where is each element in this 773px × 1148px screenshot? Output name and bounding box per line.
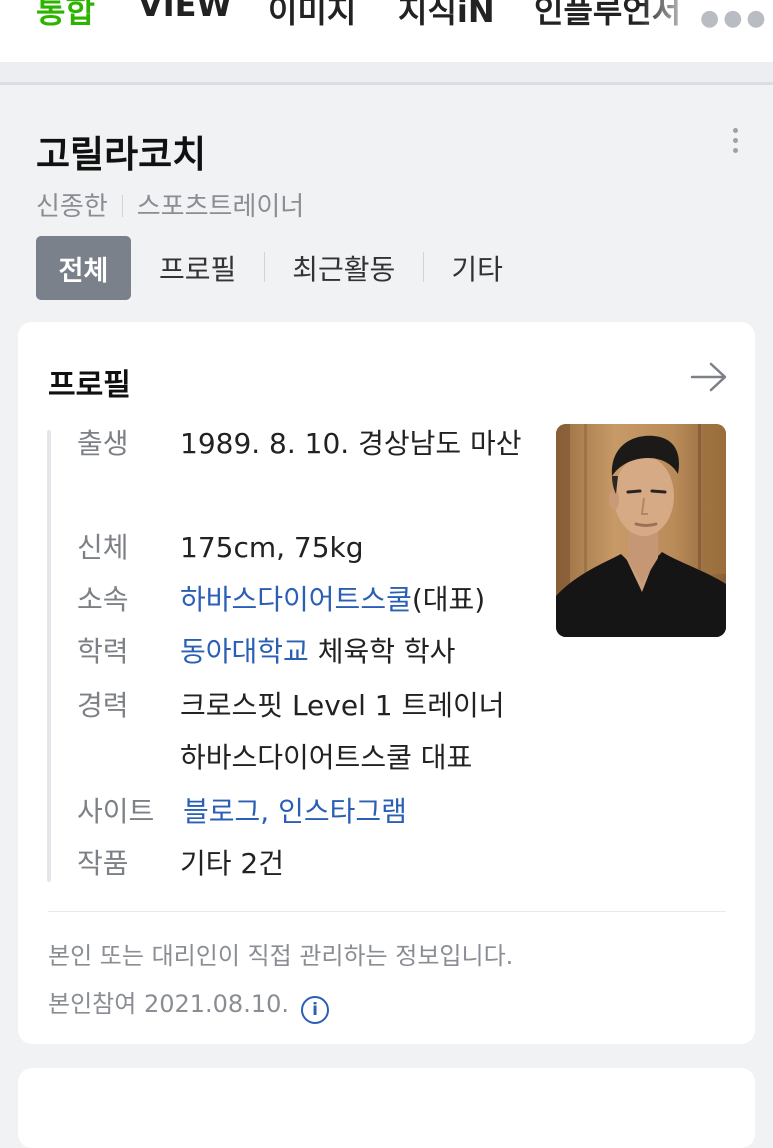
info-icon[interactable]: i <box>301 996 329 1024</box>
participation-date: 본인참여 2021.08.10. <box>48 990 289 1018</box>
site-label: 사이트 <box>77 795 155 828</box>
tab-fade-overlay <box>640 0 700 62</box>
entity-real-name: 신종한 <box>36 192 108 222</box>
site-value: 블로그, 인스타그램 <box>183 786 533 838</box>
more-dots-icon[interactable]: ●●● <box>700 6 770 31</box>
separator <box>121 195 123 217</box>
works-link[interactable]: 기타 2건 <box>180 838 530 890</box>
kebab-menu-icon[interactable] <box>733 128 739 158</box>
profile-card-title: 프로필 <box>48 368 131 403</box>
education-value: 동아대학교 체육학 학사 <box>180 626 530 678</box>
birth-value: 1989. 8. 10. 경상남도 마산 <box>180 427 522 460</box>
entity-title: 고릴라코치 <box>36 133 207 176</box>
career-line-2: 하바스다이어트스쿨 대표 <box>180 741 473 774</box>
next-card <box>18 1068 755 1148</box>
birth-label: 출생 <box>77 427 129 460</box>
chip-all[interactable]: 전체 <box>36 236 131 300</box>
profile-rail <box>47 430 51 882</box>
card-divider <box>48 911 726 912</box>
body-label: 신체 <box>77 531 129 564</box>
section-chips: 전체 프로필 최근활동 기타 <box>36 236 531 300</box>
chip-profile[interactable]: 프로필 <box>131 248 264 288</box>
chip-recent-activity[interactable]: 최근활동 <box>264 248 423 288</box>
education-link[interactable]: 동아대학교 <box>180 635 309 668</box>
section-gap <box>0 62 773 84</box>
tab-view[interactable]: VIEW <box>138 0 232 24</box>
career-label: 경력 <box>77 689 129 722</box>
affiliation-label: 소속 <box>77 583 129 616</box>
career-line-1: 크로스핏 Level 1 트레이너 <box>180 689 505 722</box>
managed-info-note: 본인 또는 대리인이 직접 관리하는 정보입니다. <box>48 942 514 970</box>
affiliation-link[interactable]: 하바스다이어트스쿨 <box>180 583 412 616</box>
entity-occupation: 스포츠트레이너 <box>136 192 305 222</box>
search-tab-bar: 통합 VIEW 이미지 지식iN 인플루언서 ●●● <box>0 0 773 62</box>
education-suffix: 체육학 학사 <box>308 635 456 668</box>
education-label: 학력 <box>77 635 129 668</box>
participation-note: 본인참여 2021.08.10. i <box>48 984 329 1024</box>
affiliation-suffix: (대표) <box>411 583 486 616</box>
career-value: 크로스핏 Level 1 트레이너하바스다이어트스쿨 대표 <box>180 680 530 784</box>
entity-subtitle: 신종한 스포츠트레이너 <box>36 186 304 223</box>
tab-knowledge-in[interactable]: 지식iN <box>398 0 495 32</box>
works-label: 작품 <box>77 847 129 880</box>
arrow-right-icon[interactable] <box>690 362 728 392</box>
body-value: 175cm, 75kg <box>180 531 364 564</box>
tab-image[interactable]: 이미지 <box>268 0 356 32</box>
profile-photo[interactable] <box>556 424 726 637</box>
instagram-link[interactable]: 인스타그램 <box>278 795 407 828</box>
tab-integrated[interactable]: 통합 <box>36 0 95 32</box>
chip-etc[interactable]: 기타 <box>423 248 531 288</box>
site-separator: , <box>260 795 279 828</box>
affiliation-value: 하바스다이어트스쿨(대표) <box>180 574 530 626</box>
profile-photo-illustration <box>556 424 726 637</box>
blog-link[interactable]: 블로그 <box>183 795 260 828</box>
profile-card: 프로필 출생 1989. 8. 10. 경상남도 마산 신체 175cm, 75… <box>18 322 755 1044</box>
section-divider <box>0 82 773 85</box>
